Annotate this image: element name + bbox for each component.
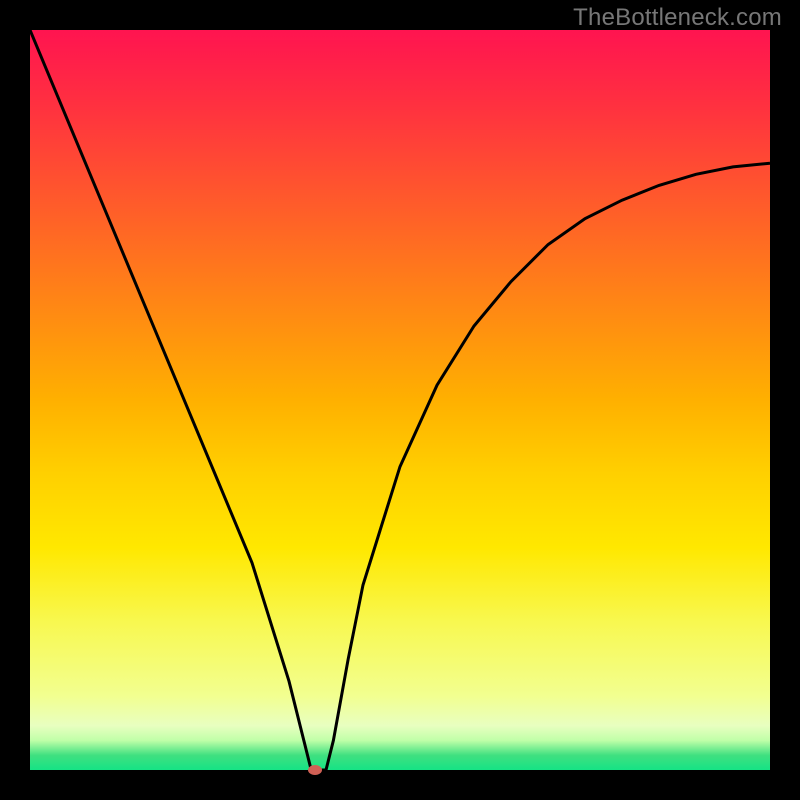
chart-container: TheBottleneck.com [0,0,800,800]
optimal-point-marker [308,765,322,775]
attribution-text: TheBottleneck.com [573,4,782,32]
bottleneck-curve [30,30,770,770]
plot-area [30,30,770,770]
